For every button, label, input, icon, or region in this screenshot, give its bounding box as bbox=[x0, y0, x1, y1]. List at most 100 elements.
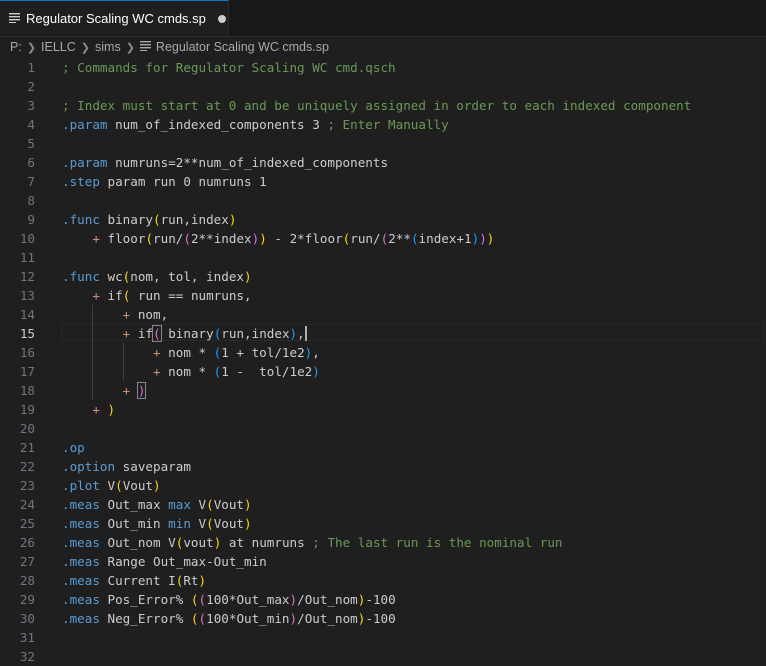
code-token: 100*Out_max bbox=[206, 592, 290, 607]
code-line[interactable]: 9 .func binary(run,index) bbox=[0, 210, 766, 229]
line-number: 26 bbox=[19, 535, 35, 550]
code-line[interactable]: 15 + if( binary(run,index), bbox=[0, 324, 766, 343]
code-line[interactable]: 28 .meas Current I(Rt) bbox=[0, 571, 766, 590]
code-line[interactable]: 1 ; Commands for Regulator Scaling WC cmd… bbox=[0, 58, 766, 77]
code-line[interactable]: 17 + nom * (1 - tol/1e2) bbox=[0, 362, 766, 381]
line-number: 9 bbox=[27, 212, 35, 227]
code-token: ; The last run is the nominal run bbox=[312, 535, 563, 550]
code-token: + bbox=[92, 231, 100, 246]
code-line[interactable]: 3 ; Index must start at 0 and be uniquely… bbox=[0, 96, 766, 115]
code-token: vout bbox=[183, 535, 214, 550]
code-line[interactable]: 29 .meas Pos_Error% ((100*Out_max)/Out_no… bbox=[0, 590, 766, 609]
code-token: if bbox=[130, 326, 154, 341]
code-token: .param bbox=[62, 117, 108, 132]
code-token: ; Index must start at 0 and be uniquely … bbox=[62, 98, 692, 113]
code-line[interactable]: 25 .meas Out_min min V(Vout) bbox=[0, 514, 766, 533]
code-token: ; Commands for Regulator Scaling WC cmd.… bbox=[62, 60, 396, 75]
code-token: 2** bbox=[388, 231, 411, 246]
code-line[interactable]: 7 .step param run 0 numruns 1 bbox=[0, 172, 766, 191]
code-token: ) bbox=[153, 478, 161, 493]
code-line[interactable]: 18 + ) bbox=[0, 381, 766, 400]
code-token: 100*Out_min bbox=[206, 611, 290, 626]
line-number: 1 bbox=[27, 60, 35, 75]
line-number: 29 bbox=[19, 592, 35, 607]
code-token: V bbox=[99, 478, 116, 493]
code-token: at numruns bbox=[221, 535, 313, 550]
code-line[interactable]: 30 .meas Neg_Error% ((100*Out_min)/Out_no… bbox=[0, 609, 766, 628]
code-token: .func bbox=[62, 269, 100, 284]
code-line[interactable]: 13 + if( run == numruns, bbox=[0, 286, 766, 305]
code-line[interactable]: 24 .meas Out_max max V(Vout) bbox=[0, 495, 766, 514]
breadcrumb-folder-iellc[interactable]: IELLC bbox=[41, 40, 76, 54]
code-token: + bbox=[92, 402, 100, 417]
line-number: 19 bbox=[19, 402, 35, 417]
code-line[interactable]: 27 .meas Range Out_max-Out_min bbox=[0, 552, 766, 571]
code-line[interactable]: 6 .param numruns=2**num_of_indexed_compon… bbox=[0, 153, 766, 172]
tab-regulator-scaling[interactable]: Regulator Scaling WC cmds.sp bbox=[0, 0, 229, 36]
code-token: run/ bbox=[153, 231, 184, 246]
line-number: 20 bbox=[19, 421, 35, 436]
code-token: ( bbox=[190, 611, 199, 626]
code-token: ( bbox=[206, 516, 214, 531]
code-line[interactable]: 4 .param num_of_indexed_components 3 ; En… bbox=[0, 115, 766, 134]
code-token: run,index bbox=[160, 212, 229, 227]
code-line[interactable]: 16 + nom * (1 + tol/1e2), bbox=[0, 343, 766, 362]
code-token: .meas bbox=[62, 535, 100, 550]
code-token: nom, tol, index bbox=[130, 269, 244, 284]
code-line[interactable]: 10 + floor(run/(2**index)) - 2*floor(run… bbox=[0, 229, 766, 248]
code-text: .param num_of_indexed_components 3 ; Ent… bbox=[62, 115, 449, 134]
code-editor[interactable]: 1 ; Commands for Regulator Scaling WC cmd… bbox=[0, 58, 766, 664]
code-token: /Out_nom bbox=[297, 592, 358, 607]
code-line[interactable]: 14 + nom, bbox=[0, 305, 766, 324]
code-token: Out_min bbox=[99, 516, 169, 531]
code-line[interactable]: 22 .option saveparam bbox=[0, 457, 766, 476]
code-token: , bbox=[297, 326, 305, 341]
code-token: -100 bbox=[365, 611, 396, 626]
line-number: 6 bbox=[27, 155, 35, 170]
code-text: + if( run == numruns, bbox=[62, 286, 251, 305]
code-line[interactable]: 21 .op bbox=[0, 438, 766, 457]
code-line[interactable]: 2 bbox=[0, 77, 766, 96]
code-token: if bbox=[99, 288, 123, 303]
tab-bar: Regulator Scaling WC cmds.sp bbox=[0, 0, 766, 37]
code-token: ( bbox=[206, 497, 214, 512]
code-line[interactable]: 32 bbox=[0, 647, 766, 666]
code-token: Vout bbox=[213, 497, 245, 512]
line-number: 3 bbox=[27, 98, 35, 113]
breadcrumb-drive[interactable]: P: bbox=[10, 40, 22, 54]
code-token: ) bbox=[107, 402, 116, 417]
code-token: ( bbox=[410, 231, 419, 246]
code-line[interactable]: 5 bbox=[0, 134, 766, 153]
code-text: .func binary(run,index) bbox=[62, 210, 236, 229]
code-text: .meas Out_min min V(Vout) bbox=[62, 514, 252, 533]
unsaved-dot-icon[interactable] bbox=[217, 14, 226, 23]
breadcrumb: P: ❯ IELLC ❯ sims ❯ Regulator Scaling WC… bbox=[0, 36, 766, 58]
code-line[interactable]: 8 bbox=[0, 191, 766, 210]
code-token: Rt bbox=[183, 573, 199, 588]
code-token: saveparam bbox=[115, 459, 191, 474]
code-token: binary bbox=[99, 212, 154, 227]
code-line[interactable]: 11 bbox=[0, 248, 766, 267]
code-line[interactable]: 31 bbox=[0, 628, 766, 647]
code-line[interactable]: 20 bbox=[0, 419, 766, 438]
code-token: ( bbox=[198, 611, 207, 626]
breadcrumb-folder-sims[interactable]: sims bbox=[95, 40, 121, 54]
code-token: index+1 bbox=[418, 231, 472, 246]
code-token: -100 bbox=[365, 592, 396, 607]
code-text: .option saveparam bbox=[62, 457, 191, 476]
code-line[interactable]: 12 .func wc(nom, tol, index) bbox=[0, 267, 766, 286]
code-token: Pos_Error% bbox=[99, 592, 191, 607]
code-line[interactable]: 23 .plot V(Vout) bbox=[0, 476, 766, 495]
line-number: 30 bbox=[19, 611, 35, 626]
code-text: .meas Out_max max V(Vout) bbox=[62, 495, 252, 514]
code-token: ( bbox=[145, 231, 154, 246]
code-token: + bbox=[153, 345, 161, 360]
code-token: ) bbox=[244, 516, 252, 531]
code-line[interactable]: 19 + ) bbox=[0, 400, 766, 419]
file-lines-icon bbox=[9, 11, 21, 26]
breadcrumb-file[interactable]: Regulator Scaling WC cmds.sp bbox=[156, 40, 329, 54]
code-line[interactable]: 26 .meas Out_nom V(vout) at numruns ; The… bbox=[0, 533, 766, 552]
